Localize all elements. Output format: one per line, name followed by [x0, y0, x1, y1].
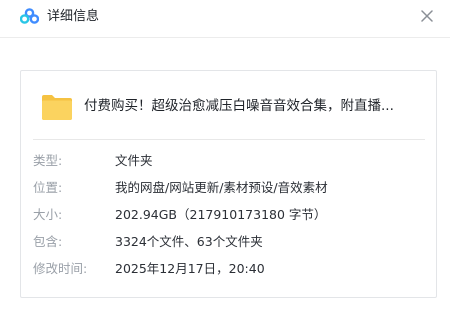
type-value: 文件夹: [115, 153, 153, 168]
size-value: 202.94GB（217910173180 字节）: [115, 207, 327, 222]
file-name: 付费购买！超级治愈减压白噪音音效合集，附直播...: [84, 98, 394, 114]
contains-label: 包含:: [33, 234, 63, 249]
modified-label: 修改时间:: [33, 261, 88, 276]
cloud-drive-logo-icon: [19, 8, 40, 24]
dialog-title: 详细信息: [47, 9, 100, 24]
close-icon: [421, 7, 433, 26]
details-dialog: 详细信息 付费购买！超级治愈减压白噪音音效合集，附直播... 类型: 文件夹 位…: [0, 0, 450, 320]
size-label: 大小:: [33, 207, 63, 222]
modified-value: 2025年12月17日，20:40: [115, 261, 265, 276]
size-row: 大小: 202.94GB（217910173180 字节）: [33, 205, 428, 225]
info-panel: 付费购买！超级治愈减压白噪音音效合集，附直播... 类型: 文件夹 位置: 我的…: [20, 70, 437, 298]
folder-icon: [41, 93, 73, 121]
type-row: 类型: 文件夹: [33, 151, 428, 171]
title-bar: 详细信息: [0, 0, 450, 34]
panel-divider: [33, 139, 425, 140]
type-label: 类型:: [33, 153, 63, 168]
title-divider: [0, 37, 450, 38]
location-value[interactable]: 我的网盘/网站更新/素材预设/音效素材: [115, 178, 328, 198]
contains-row: 包含: 3324个文件、63个文件夹: [33, 232, 428, 252]
contains-value: 3324个文件、63个文件夹: [115, 234, 263, 249]
close-button[interactable]: [414, 5, 440, 27]
location-row: 位置: 我的网盘/网站更新/素材预设/音效素材: [33, 178, 428, 198]
location-label: 位置:: [33, 180, 63, 195]
modified-row: 修改时间: 2025年12月17日，20:40: [33, 259, 428, 279]
